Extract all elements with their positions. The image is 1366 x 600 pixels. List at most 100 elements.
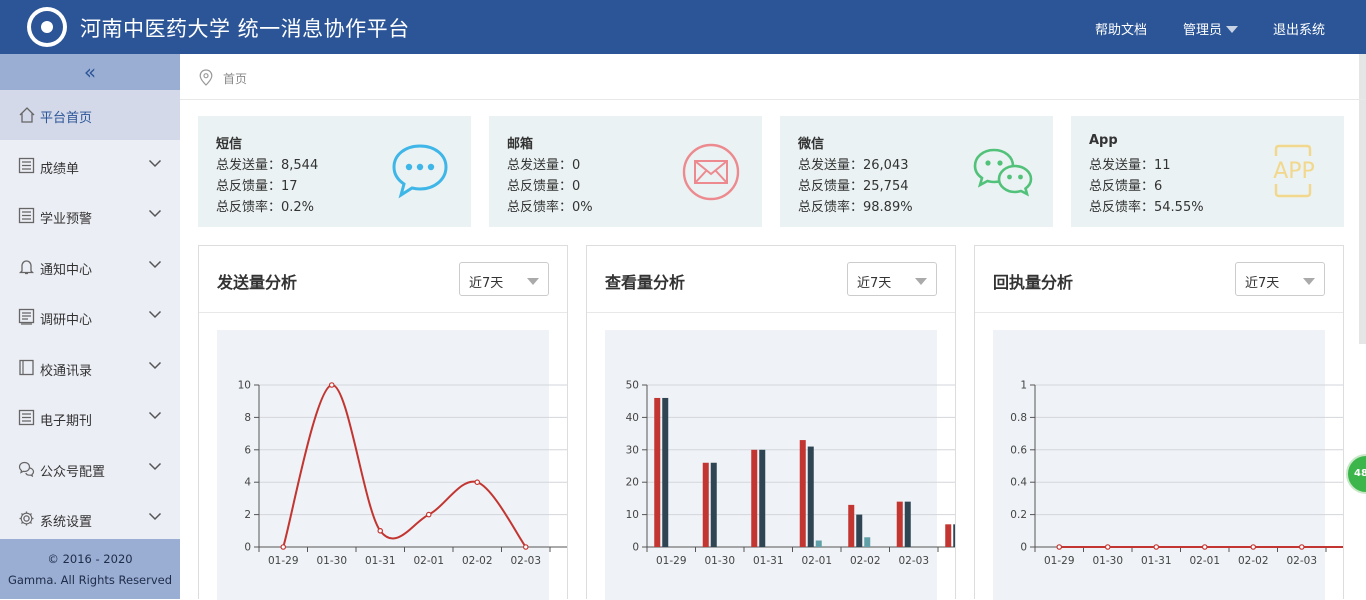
data-point[interactable]: [280, 544, 287, 550]
data-point[interactable]: [1298, 544, 1305, 550]
stat-rate: 总反馈率：0%: [507, 200, 593, 215]
location-pin-icon: [199, 69, 213, 86]
period-select[interactable]: 近7天: [847, 262, 937, 296]
mail-icon: [682, 143, 740, 201]
wechat-icon: [973, 148, 1033, 197]
bar[interactable]: [945, 524, 952, 547]
data-point[interactable]: [522, 544, 529, 550]
sidebar-item-6[interactable]: 电子期刊: [0, 393, 180, 443]
data-point[interactable]: [1056, 544, 1063, 550]
stat-sent: 总发送量：11: [1089, 158, 1171, 173]
data-point[interactable]: [1153, 544, 1160, 550]
sidebar-item-label: 公众号配置: [40, 464, 106, 480]
x-tick-label: 01-29: [1044, 555, 1075, 567]
chart-1: 0 10 20 30 40 50 01-29 01-30 01-31 02-01 02-02 02-0…: [626, 380, 955, 567]
chevron-down-icon: [148, 411, 162, 420]
x-tick-label: 01-30: [316, 555, 347, 567]
copyright-text: Gamma. All Rights Reserved: [7, 573, 173, 587]
copyright-years: © 2016 - 2020: [47, 552, 133, 566]
panel-title: 查看量分析: [605, 273, 686, 292]
top-header: 河南中医药大学 统一消息协作平台 帮助文档 管理员 退出系统: [0, 0, 1366, 54]
stat-card-title: 短信: [216, 137, 243, 152]
stat-rate: 总反馈率：54.55%: [1089, 200, 1204, 215]
stat-sent: 总发送量：8,544: [216, 158, 319, 173]
bar[interactable]: [856, 514, 863, 547]
sidebar-item-label: 成绩单: [40, 161, 80, 177]
bar[interactable]: [896, 501, 903, 547]
sidebar-item-label: 调研中心: [40, 313, 93, 328]
bar[interactable]: [662, 397, 669, 547]
data-point[interactable]: [1201, 544, 1208, 550]
x-tick-label: 01-29: [268, 555, 299, 567]
floating-badge[interactable]: 48: [1346, 454, 1366, 494]
sidebar-item-8[interactable]: 系统设置: [0, 494, 180, 544]
bar[interactable]: [864, 537, 871, 547]
panel-header: 查看量分析 近7天: [587, 246, 955, 313]
sidebar-item-3[interactable]: 通知中心: [0, 242, 180, 292]
y-tick-label: 20: [626, 477, 639, 489]
stat-rate: 总反馈率：98.89%: [798, 200, 913, 215]
period-select[interactable]: 近7天: [1235, 262, 1325, 296]
admin-label: 管理员: [1183, 23, 1223, 38]
chevron-down-icon: [148, 310, 162, 319]
data-point[interactable]: [328, 382, 335, 388]
sms-icon: [392, 144, 448, 199]
bar[interactable]: [759, 449, 766, 547]
sidebar-item-2[interactable]: 学业预警: [0, 191, 180, 241]
sidebar-item-0[interactable]: 平台首页: [0, 90, 180, 140]
analysis-panel-2: 回执量分析 近7天 0 0.2 0.4 0.6 0.8 1 01-29 01-30 01-31 02-…: [974, 245, 1344, 600]
breadcrumb-home[interactable]: 首页: [223, 70, 247, 87]
gear-icon: [19, 511, 34, 526]
panel-header: 发送量分析 近7天: [199, 246, 567, 313]
logout-link[interactable]: 退出系统: [1273, 19, 1325, 38]
app-icon: APP: [1273, 144, 1315, 198]
bar[interactable]: [654, 397, 661, 547]
y-tick-label: 0.8: [1010, 412, 1027, 424]
bar[interactable]: [710, 462, 717, 547]
chevron-down-icon: [148, 260, 162, 268]
bell-icon: [18, 259, 35, 274]
book-icon: [19, 359, 34, 375]
stat-feedback: 总反馈量：0: [507, 179, 581, 194]
y-tick-label: 1: [1020, 380, 1027, 392]
sidebar-item-7[interactable]: 公众号配置: [0, 444, 180, 494]
bar[interactable]: [751, 449, 758, 547]
data-point[interactable]: [474, 479, 481, 486]
x-tick-label: 02-01: [801, 555, 832, 567]
bar[interactable]: [815, 540, 822, 547]
x-tick-label: 01-31: [365, 555, 396, 567]
bar[interactable]: [848, 504, 855, 547]
list-icon: [18, 157, 35, 173]
stat-card-title: App: [1089, 133, 1118, 148]
chevron-down-icon: [148, 209, 162, 218]
bar[interactable]: [702, 462, 709, 547]
period-select[interactable]: 近7天: [459, 262, 549, 296]
collapse-sidebar-button[interactable]: «: [0, 54, 180, 90]
sidebar-item-label: 平台首页: [40, 111, 93, 126]
bar[interactable]: [799, 440, 806, 547]
y-tick-label: 10: [626, 509, 639, 521]
data-point[interactable]: [1104, 544, 1111, 550]
sidebar-item-1[interactable]: 成绩单: [0, 141, 180, 191]
y-tick-label: 4: [244, 477, 251, 489]
y-tick-label: 0: [244, 542, 251, 554]
bar[interactable]: [953, 524, 955, 547]
sidebar-item-5[interactable]: 校通讯录: [0, 343, 180, 393]
data-point[interactable]: [1250, 544, 1257, 550]
data-point[interactable]: [425, 511, 432, 518]
university-logo-icon: [27, 7, 67, 47]
stat-sent: 总发送量：0: [507, 158, 581, 173]
data-point[interactable]: [377, 528, 384, 534]
y-tick-label: 40: [626, 412, 639, 424]
sidebar-item-4[interactable]: 调研中心: [0, 292, 180, 342]
admin-menu[interactable]: 管理员: [1183, 19, 1239, 38]
analysis-panel-0: 发送量分析 近7天 0 2 4 6 8 10 01-29 01-30 01-31 02-01 02-02…: [198, 245, 568, 600]
bar[interactable]: [904, 501, 911, 547]
chevron-down-icon: [148, 462, 162, 470]
y-tick-label: 2: [244, 509, 251, 521]
stat-card-title: 微信: [798, 137, 825, 152]
chevron-down-icon: [148, 512, 162, 521]
survey-icon: [18, 308, 35, 325]
help-docs-link[interactable]: 帮助文档: [1095, 19, 1147, 38]
bar[interactable]: [807, 446, 814, 547]
